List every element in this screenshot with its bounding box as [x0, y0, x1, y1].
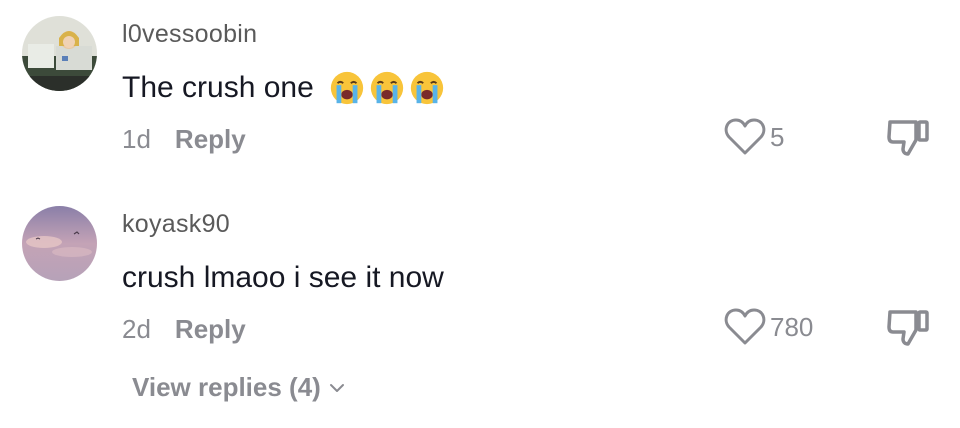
like-button[interactable]: 5: [724, 118, 784, 156]
comment-text-content: The crush one: [122, 71, 314, 104]
loudly-crying-face-icon: [330, 71, 363, 105]
view-replies-label: View replies (4): [132, 372, 321, 402]
comment-age: 1d: [122, 124, 151, 154]
dislike-button[interactable]: [886, 308, 932, 348]
comment-text: The crush one: [122, 68, 446, 108]
like-count: 780: [770, 311, 814, 342]
comment-item: l0vessoobin The crush one 1d Reply 5: [0, 0, 960, 190]
comments-panel: l0vessoobin The crush one 1d Reply 5 koy…: [0, 0, 960, 428]
heart-outline-icon: [724, 118, 766, 155]
chevron-down-icon: [329, 383, 344, 392]
comment-username[interactable]: l0vessoobin: [122, 20, 257, 49]
view-replies-button[interactable]: View replies (4): [132, 372, 345, 403]
comment-meta: 2d Reply: [122, 314, 246, 345]
thumbs-down-icon: [887, 120, 929, 156]
loudly-crying-face-icon: [410, 71, 443, 105]
thumbs-down-icon: [887, 310, 929, 346]
comment-age: 2d: [122, 314, 151, 344]
like-button[interactable]: 780: [724, 308, 813, 346]
avatar[interactable]: [22, 206, 97, 281]
comment-meta: 1d Reply: [122, 124, 246, 155]
comment-username[interactable]: koyask90: [122, 210, 230, 239]
avatar[interactable]: [22, 16, 97, 91]
comment-text-content: crush lmaoo i see it now: [122, 261, 444, 294]
reply-button[interactable]: Reply: [175, 124, 246, 155]
comment-item: koyask90 crush lmaoo i see it now 2d Rep…: [0, 190, 960, 360]
reply-button[interactable]: Reply: [175, 314, 246, 345]
dislike-button[interactable]: [886, 118, 932, 158]
comment-text: crush lmaoo i see it now: [122, 258, 444, 298]
loudly-crying-face-icon: [370, 71, 403, 105]
like-count: 5: [770, 121, 785, 152]
heart-outline-icon: [724, 308, 766, 345]
